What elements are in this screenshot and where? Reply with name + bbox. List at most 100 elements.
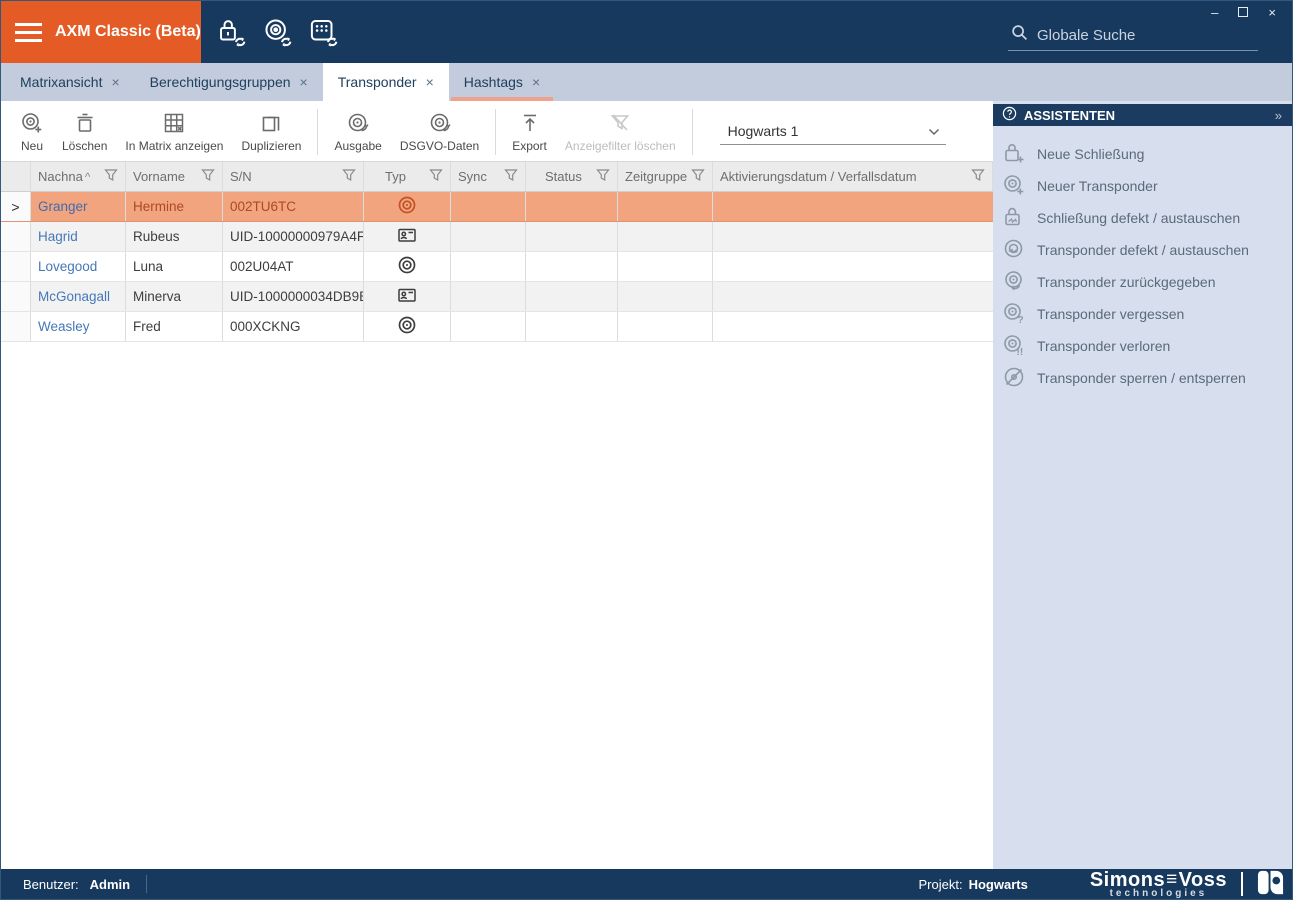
toolbar-separator: [495, 109, 496, 155]
tab-berechtigungsgruppen[interactable]: Berechtigungsgruppen ×: [135, 63, 323, 101]
column-header-sync[interactable]: Sync: [451, 162, 526, 191]
delete-button[interactable]: Löschen: [53, 107, 116, 157]
column-header-zeitgruppe[interactable]: Zeitgruppe: [618, 162, 713, 191]
filter-funnel-icon[interactable]: [971, 168, 985, 185]
assistant-transponder-returned[interactable]: Transponder zurückgegeben: [1002, 266, 1288, 298]
global-search-input[interactable]: Globale Suche: [1008, 23, 1258, 51]
tab-matrixansicht[interactable]: Matrixansicht ×: [5, 63, 135, 101]
table-row[interactable]: Weasley Fred 000XCKNG: [1, 312, 993, 342]
filter-funnel-icon[interactable]: [201, 168, 215, 185]
column-header-aktivierungsdatum[interactable]: Aktivierungsdatum / Verfallsdatum: [713, 162, 993, 191]
transponder-lost-icon: !!: [1002, 333, 1026, 360]
main-panel: Neu Löschen: [1, 101, 993, 869]
filter-funnel-icon[interactable]: [504, 168, 518, 185]
transponder-icon: [397, 315, 417, 338]
export-button[interactable]: Export: [503, 107, 556, 157]
transponder-sync-icon[interactable]: [263, 17, 293, 47]
chevron-down-icon: [928, 123, 940, 139]
project-name: Hogwarts: [969, 877, 1028, 892]
assistants-sidebar: ASSISTENTEN » Neue Schließung: [993, 101, 1292, 869]
clear-display-filter-button[interactable]: Anzeigefilter löschen: [556, 107, 685, 157]
new-transponder-button[interactable]: Neu: [11, 107, 53, 157]
filter-funnel-icon[interactable]: [342, 168, 356, 185]
close-icon[interactable]: ×: [1268, 6, 1276, 19]
firstname-cell: Minerva: [133, 289, 181, 304]
app-brand: AXM Classic (Beta): [1, 1, 201, 63]
duplicate-button[interactable]: Duplizieren: [232, 107, 310, 157]
row-selection-marker: >: [1, 192, 31, 221]
double-chevron-right-icon[interactable]: »: [1275, 108, 1283, 123]
tab-close-icon[interactable]: ×: [300, 74, 308, 90]
output-button[interactable]: Ausgabe: [325, 107, 390, 157]
status-bar: Benutzer: Admin Projekt: Hogwarts Simons…: [1, 869, 1292, 899]
assistant-new-transponder[interactable]: Neuer Transponder: [1002, 170, 1288, 202]
lastname-link[interactable]: McGonagall: [38, 289, 110, 304]
column-header-nachname[interactable]: Nachna^: [31, 162, 126, 191]
filter-funnel-icon[interactable]: [691, 168, 705, 185]
lastname-link[interactable]: Lovegood: [38, 259, 97, 274]
toolbar-separator: [692, 109, 693, 155]
tab-hashtags[interactable]: Hashtags ×: [449, 63, 555, 101]
triple-bar-icon: ≡: [1166, 870, 1178, 889]
simonsvoss-logo-icon: [1257, 869, 1284, 899]
table-row[interactable]: > Granger Hermine 002TU6TC: [1, 192, 993, 222]
project-status: Projekt: Hogwarts: [919, 877, 1028, 892]
column-header-vorname[interactable]: Vorname: [126, 162, 223, 191]
tab-transponder[interactable]: Transponder ×: [323, 63, 449, 101]
user-name: Admin: [90, 877, 130, 892]
titlebar-quick-actions: [217, 1, 339, 63]
transponder-forgotten-icon: ?: [1002, 301, 1026, 328]
assistants-list: Neue Schließung Neuer Transponder: [993, 126, 1292, 394]
table-row[interactable]: Hagrid Rubeus UID-10000000979A4F9: [1, 222, 993, 252]
titlebar: AXM Classic (Beta): [1, 1, 1292, 63]
sort-asc-icon: ^: [85, 170, 91, 184]
firstname-cell: Rubeus: [133, 229, 180, 244]
column-header-sn[interactable]: S/N: [223, 162, 364, 191]
column-header-typ[interactable]: Typ: [364, 162, 451, 191]
filter-funnel-icon[interactable]: [596, 168, 610, 185]
search-placeholder: Globale Suche: [1037, 27, 1135, 44]
card-icon: [397, 285, 417, 308]
app-window: AXM Classic (Beta): [0, 0, 1293, 900]
search-icon: [1011, 24, 1028, 46]
tab-bar: Matrixansicht × Berechtigungsgruppen × T…: [1, 63, 1292, 101]
table-row[interactable]: Lovegood Luna 002U04AT: [1, 252, 993, 282]
gdpr-data-button[interactable]: DSGVO-Daten: [391, 107, 488, 157]
lastname-link[interactable]: Granger: [38, 199, 88, 214]
tab-close-icon[interactable]: ×: [111, 74, 119, 90]
filter-funnel-icon[interactable]: [104, 168, 118, 185]
tab-close-icon[interactable]: ×: [426, 74, 434, 90]
transponder-return-icon: [1002, 269, 1026, 296]
show-in-matrix-button[interactable]: In Matrix anzeigen: [116, 107, 232, 157]
lock-sync-icon[interactable]: [217, 17, 247, 47]
pinpad-sync-icon[interactable]: [309, 17, 339, 47]
serial-cell: 000XCKNG: [230, 319, 301, 334]
assistants-header[interactable]: ASSISTENTEN »: [993, 104, 1292, 126]
statusbar-separator: [146, 875, 147, 893]
lock-system-dropdown[interactable]: Hogwarts 1: [720, 120, 946, 145]
assistant-transponder-block[interactable]: Transponder sperren / entsperren: [1002, 362, 1288, 394]
transponder-icon: [397, 195, 417, 218]
maximize-icon[interactable]: [1238, 6, 1248, 19]
table-empty-area: [1, 342, 993, 869]
minimize-icon[interactable]: –: [1211, 6, 1218, 19]
assistant-lock-defect[interactable]: Schließung defekt / austauschen: [1002, 202, 1288, 234]
simonsvoss-brand: Simons≡Voss technologies: [1090, 869, 1284, 899]
lastname-link[interactable]: Hagrid: [38, 229, 78, 244]
toolbar: Neu Löschen: [1, 101, 993, 161]
filter-funnel-icon[interactable]: [429, 168, 443, 185]
column-header-status[interactable]: Status: [526, 162, 618, 191]
table-row[interactable]: McGonagall Minerva UID-1000000034DB9B: [1, 282, 993, 312]
transponder-add-icon: [1002, 173, 1026, 200]
assistant-transponder-lost[interactable]: !! Transponder verloren: [1002, 330, 1288, 362]
selector-header-cell: [1, 162, 31, 191]
assistant-transponder-defect[interactable]: Transponder defekt / austauschen: [1002, 234, 1288, 266]
lastname-link[interactable]: Weasley: [38, 319, 90, 334]
hamburger-menu-icon[interactable]: [15, 23, 42, 42]
assistant-new-lock[interactable]: Neue Schließung: [1002, 138, 1288, 170]
serial-cell: UID-10000000979A4F9: [230, 229, 364, 244]
svg-text:?: ?: [1018, 315, 1024, 325]
transponder-defect-icon: [1002, 237, 1026, 264]
assistant-transponder-forgotten[interactable]: ? Transponder vergessen: [1002, 298, 1288, 330]
tab-close-icon[interactable]: ×: [532, 74, 540, 90]
